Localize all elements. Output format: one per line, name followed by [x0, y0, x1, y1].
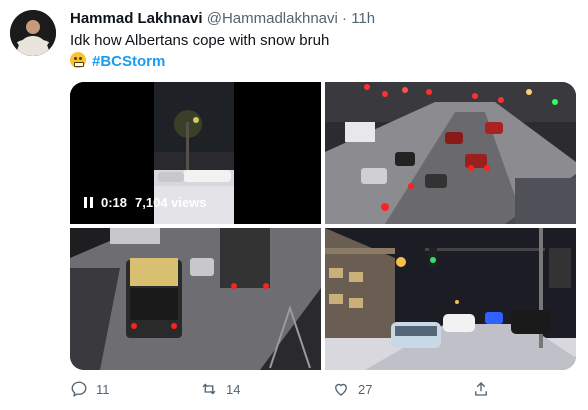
- retweet-count: 14: [226, 381, 241, 397]
- grinning-face-icon: [70, 52, 86, 68]
- reply-button[interactable]: 11: [70, 380, 110, 398]
- photo-bus-snow[interactable]: [70, 228, 321, 370]
- video-controls: 0:18 7,104 views: [84, 195, 207, 210]
- video-thumbnail[interactable]: 0:18 7,104 views: [70, 82, 321, 224]
- tweet-timestamp[interactable]: 11h: [351, 10, 375, 27]
- pause-icon[interactable]: [84, 197, 93, 208]
- reply-icon: [71, 381, 87, 398]
- like-button[interactable]: 27: [332, 380, 372, 398]
- photo-snowy-street[interactable]: [325, 228, 576, 370]
- video-views: 7,104 views: [135, 195, 207, 210]
- share-button[interactable]: [472, 380, 490, 398]
- tweet-text-line2: #BCStorm: [70, 52, 165, 72]
- tweet-header: Hammad Lakhnavi @Hammadlakhnavi · 11h: [70, 9, 375, 29]
- video-time: 0:18: [101, 195, 128, 210]
- separator-dot: ·: [342, 10, 348, 27]
- reply-count: 11: [96, 381, 110, 397]
- retweet-icon: [202, 383, 216, 395]
- tweet-actions: 11 14 27: [70, 380, 576, 404]
- heart-icon: [335, 383, 347, 396]
- retweet-button[interactable]: 14: [200, 380, 240, 398]
- avatar[interactable]: [10, 10, 56, 56]
- user-handle[interactable]: @Hammadlakhnavi: [207, 10, 338, 27]
- like-count: 27: [358, 381, 373, 397]
- display-name[interactable]: Hammad Lakhnavi: [70, 10, 203, 27]
- media-grid: 0:18 7,104 views: [70, 82, 576, 370]
- photo-night-traffic[interactable]: [325, 82, 576, 224]
- hashtag-link[interactable]: #BCStorm: [92, 53, 165, 70]
- tweet-text: Idk how Albertans cope with snow bruh: [70, 32, 330, 49]
- share-icon: [475, 382, 487, 396]
